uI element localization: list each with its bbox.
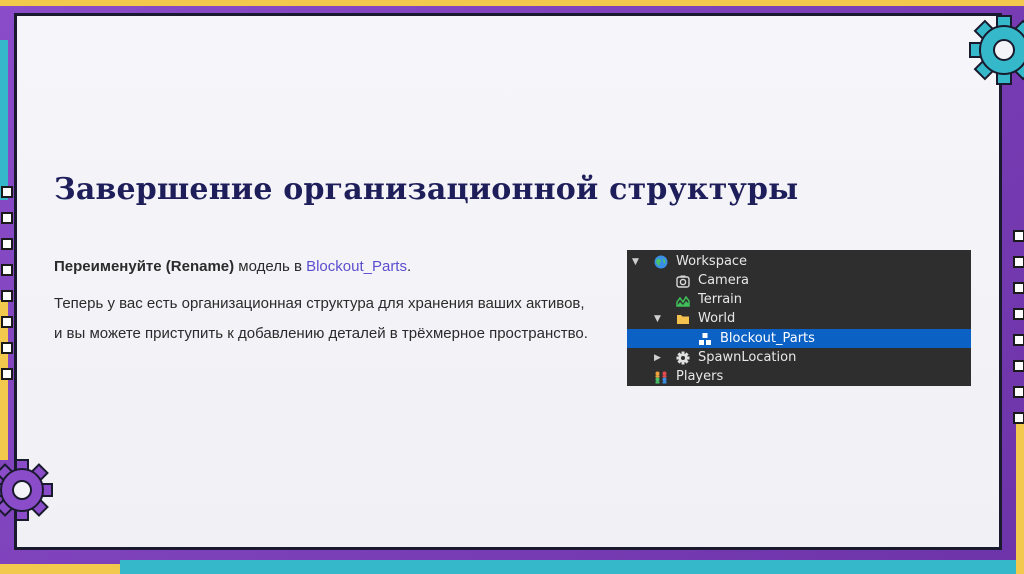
frame-stripe — [120, 560, 1024, 574]
explorer-item-label: Terrain — [698, 292, 743, 307]
terrain-icon — [676, 295, 690, 307]
instruction-text: Переименуйте (Rename) модель в Blockout_… — [54, 252, 594, 282]
frame-dots — [1, 186, 13, 380]
explorer-panel: ▼ Workspace Camera Terrain ▼ World Block… — [627, 250, 971, 386]
expand-arrow-icon[interactable]: ▼ — [654, 314, 664, 324]
instruction-end: . — [406, 258, 412, 275]
frame-stripe — [0, 564, 120, 574]
explorer-item-label: Workspace — [676, 254, 748, 269]
explorer-item-label: Blockout_Parts — [720, 331, 815, 346]
explorer-item-label: Camera — [698, 273, 750, 288]
page-title: Завершение организационной структуры — [54, 172, 799, 207]
model-icon — [699, 332, 711, 345]
frame-stripe — [0, 0, 1024, 6]
explorer-item-terrain[interactable]: Terrain — [627, 290, 971, 309]
explorer-item-world[interactable]: ▼ World — [627, 309, 971, 328]
players-icon — [655, 371, 667, 383]
explorer-item-workspace[interactable]: ▼ Workspace — [627, 252, 971, 271]
frame-stripe — [0, 40, 8, 200]
frame-dots — [1013, 230, 1024, 424]
expand-arrow-icon[interactable]: ▼ — [632, 257, 642, 267]
spawn-gear-icon — [676, 351, 690, 364]
explorer-item-blockout-parts[interactable]: Blockout_Parts — [627, 329, 971, 348]
explorer-item-label: World — [698, 311, 736, 326]
explorer-item-spawnlocation[interactable]: ▶ SpawnLocation — [627, 348, 971, 367]
explorer-item-camera[interactable]: Camera — [627, 271, 971, 290]
gear-icon — [0, 459, 53, 521]
blockout-parts-link: Blockout_Parts — [306, 258, 407, 275]
frame-stripe — [1016, 420, 1024, 574]
explorer-item-label: Players — [676, 369, 724, 384]
folder-icon — [677, 314, 689, 324]
gear-icon — [969, 15, 1024, 85]
collapse-arrow-icon[interactable]: ▶ — [654, 353, 664, 363]
instruction-middle: модель в — [234, 258, 307, 275]
rename-bold: Переименуйте (Rename) — [54, 258, 235, 275]
description-text: Теперь у вас есть организационная структ… — [54, 295, 588, 342]
globe-icon — [654, 255, 668, 268]
camera-icon — [676, 275, 690, 288]
explorer-item-players[interactable]: Players — [627, 367, 971, 386]
explorer-item-label: SpawnLocation — [698, 350, 797, 365]
